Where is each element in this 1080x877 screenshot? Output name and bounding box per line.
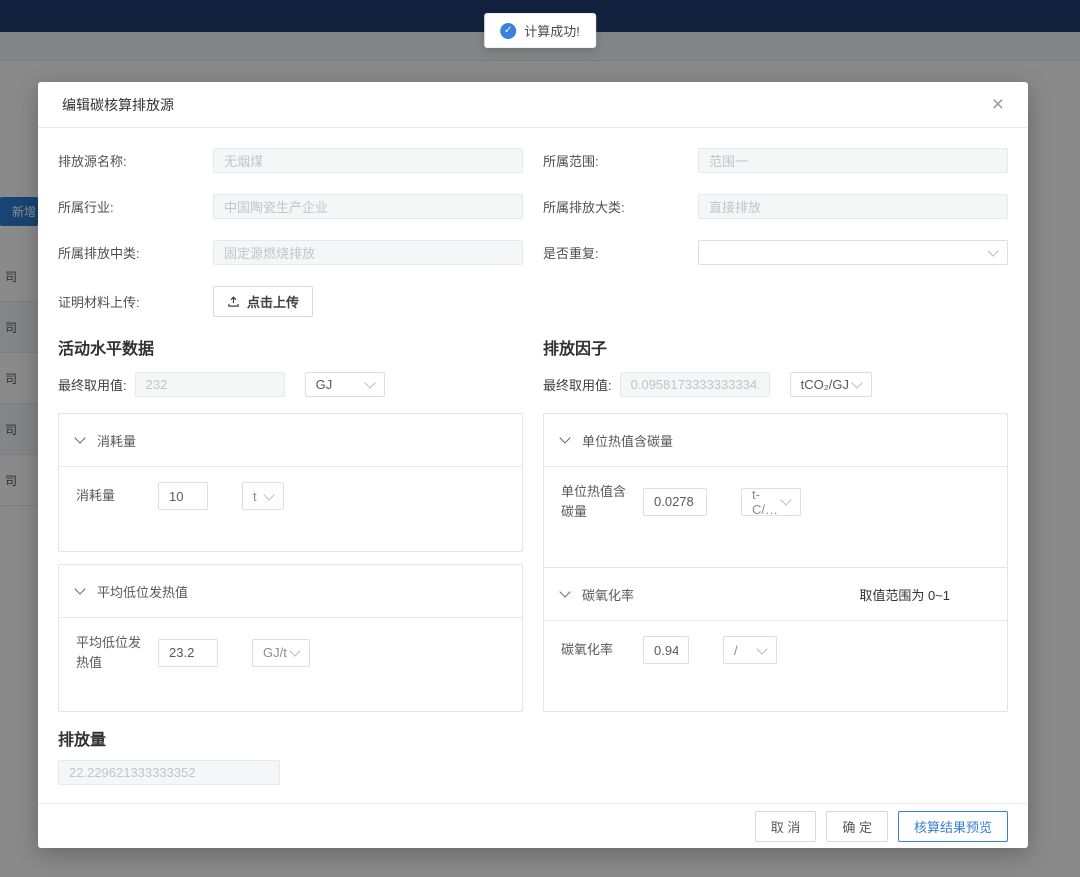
major-category-input <box>698 194 1008 219</box>
panel-carbon-content: 单位热值含碳量 单位热值含碳量 t-C/… <box>543 413 1008 568</box>
scope-input <box>698 148 1008 173</box>
dialog-footer: 取 消 确 定 核算结果预览 <box>38 803 1028 848</box>
factor-final-input <box>620 372 770 397</box>
panel-carbon-content-body: 单位热值含碳量 t-C/… <box>544 467 1007 567</box>
close-icon[interactable]: × <box>988 90 1008 119</box>
scope-label: 所属范围: <box>543 151 698 170</box>
panel-heating-value: 平均低位发热值 平均低位发热值 GJ/t <box>58 564 523 712</box>
emission-section: 排放量 <box>58 726 1008 785</box>
panel-oxidation-rate-header[interactable]: 碳氧化率 取值范围为 0~1 <box>544 568 1007 621</box>
upload-label: 证明材料上传: <box>58 292 213 311</box>
toast-success: ✓ 计算成功! <box>484 13 596 48</box>
chevron-down-icon <box>851 377 862 388</box>
carbon-content-unit-select[interactable]: t-C/… <box>741 488 801 516</box>
activity-unit-select[interactable]: GJ <box>305 372 385 397</box>
panel-title: 单位热值含碳量 <box>582 431 673 450</box>
panel-heating-value-header[interactable]: 平均低位发热值 <box>59 565 522 618</box>
basic-info-form: 排放源名称: 所属范围: 所属行业: 所属排放大类: 所属排放中类: 是否重复: <box>58 148 1008 317</box>
chevron-down-icon <box>289 645 300 656</box>
activity-final-label: 最终取用值: <box>58 375 127 394</box>
edit-emission-source-dialog: 编辑碳核算排放源 × 排放源名称: 所属范围: 所属行业: 所属排放大类: <box>38 82 1028 848</box>
upload-icon <box>227 295 240 308</box>
panel-title: 消耗量 <box>97 431 136 450</box>
heating-value-input[interactable] <box>158 639 218 667</box>
panel-consumption: 消耗量 消耗量 t <box>58 413 523 552</box>
emission-section-title: 排放量 <box>58 726 1008 750</box>
upload-button-label: 点击上传 <box>247 292 299 311</box>
consumption-input[interactable] <box>158 482 208 510</box>
carbon-content-input[interactable] <box>643 488 707 516</box>
major-category-label: 所属排放大类: <box>543 197 698 216</box>
chevron-down-icon <box>364 377 375 388</box>
panel-carbon-content-header[interactable]: 单位热值含碳量 <box>544 414 1007 467</box>
factor-unit-value: tCO₂/GJ <box>801 377 849 392</box>
factor-final-row: 最终取用值: tCO₂/GJ <box>543 372 1008 397</box>
success-check-icon: ✓ <box>500 23 516 39</box>
industry-input <box>213 194 523 219</box>
activity-final-input <box>135 372 285 397</box>
consumption-label: 消耗量 <box>76 486 148 506</box>
dialog-body: 排放源名称: 所属范围: 所属行业: 所属排放大类: 所属排放中类: 是否重复: <box>38 128 1028 803</box>
oxidation-rate-unit-value: / <box>734 643 738 658</box>
toast-message: 计算成功! <box>524 21 580 40</box>
carbon-content-unit-value: t-C/… <box>752 487 782 517</box>
source-name-label: 排放源名称: <box>58 151 213 170</box>
oxidation-rate-label: 碳氧化率 <box>561 640 633 660</box>
panel-oxidation-rate: 碳氧化率 取值范围为 0~1 碳氧化率 / <box>543 567 1008 712</box>
dialog-title: 编辑碳核算排放源 <box>62 95 174 115</box>
factor-final-label: 最终取用值: <box>543 375 612 394</box>
heating-value-unit-value: GJ/t <box>263 645 287 660</box>
factor-section: 排放因子 最终取用值: tCO₂/GJ 单位热值含碳量 <box>543 335 1008 712</box>
chevron-down-icon <box>780 494 791 505</box>
chevron-down-icon <box>987 245 998 256</box>
activity-section: 活动水平数据 最终取用值: GJ 消耗量 <box>58 335 523 712</box>
activity-final-row: 最终取用值: GJ <box>58 372 523 397</box>
heating-value-label: 平均低位发热值 <box>76 633 148 672</box>
source-name-input <box>213 148 523 173</box>
chevron-down-icon <box>559 586 570 597</box>
activity-section-title: 活动水平数据 <box>58 335 523 359</box>
panel-title: 碳氧化率 <box>582 585 634 604</box>
field-mid-category: 所属排放中类: <box>58 240 523 265</box>
field-is-duplicate: 是否重复: <box>543 240 1008 265</box>
chevron-down-icon <box>559 432 570 443</box>
field-major-category: 所属排放大类: <box>543 194 1008 219</box>
mid-category-label: 所属排放中类: <box>58 243 213 262</box>
panel-oxidation-rate-body: 碳氧化率 / <box>544 621 1007 711</box>
is-duplicate-label: 是否重复: <box>543 243 698 262</box>
oxidation-rate-unit-select[interactable]: / <box>723 636 777 664</box>
oxidation-rate-input[interactable] <box>643 636 689 664</box>
confirm-button[interactable]: 确 定 <box>826 811 888 842</box>
cancel-button[interactable]: 取 消 <box>755 811 817 842</box>
carbon-content-label: 单位热值含碳量 <box>561 482 633 521</box>
mid-category-input <box>213 240 523 265</box>
activity-unit-value: GJ <box>316 377 333 392</box>
data-sections: 活动水平数据 最终取用值: GJ 消耗量 <box>58 335 1008 712</box>
panel-heating-value-body: 平均低位发热值 GJ/t <box>59 618 522 711</box>
is-duplicate-select[interactable] <box>698 240 1008 265</box>
heating-value-unit-select[interactable]: GJ/t <box>252 639 310 667</box>
industry-label: 所属行业: <box>58 197 213 216</box>
consumption-unit-value: t <box>253 489 257 504</box>
upload-button[interactable]: 点击上传 <box>213 286 313 317</box>
chevron-down-icon <box>756 643 767 654</box>
chevron-down-icon <box>74 583 85 594</box>
consumption-unit-select[interactable]: t <box>242 482 284 510</box>
field-industry: 所属行业: <box>58 194 523 219</box>
factor-unit-select[interactable]: tCO₂/GJ <box>790 372 872 397</box>
dialog-header: 编辑碳核算排放源 × <box>38 82 1028 128</box>
chevron-down-icon <box>263 489 274 500</box>
panel-title: 平均低位发热值 <box>97 582 188 601</box>
field-scope: 所属范围: <box>543 148 1008 173</box>
oxidation-rate-hint: 取值范围为 0~1 <box>859 585 950 604</box>
emission-value-input <box>58 760 280 785</box>
panel-consumption-body: 消耗量 t <box>59 467 522 551</box>
chevron-down-icon <box>74 432 85 443</box>
preview-result-button[interactable]: 核算结果预览 <box>898 811 1008 842</box>
factor-section-title: 排放因子 <box>543 335 1008 359</box>
field-upload: 证明材料上传: 点击上传 <box>58 286 523 317</box>
panel-consumption-header[interactable]: 消耗量 <box>59 414 522 467</box>
field-source-name: 排放源名称: <box>58 148 523 173</box>
